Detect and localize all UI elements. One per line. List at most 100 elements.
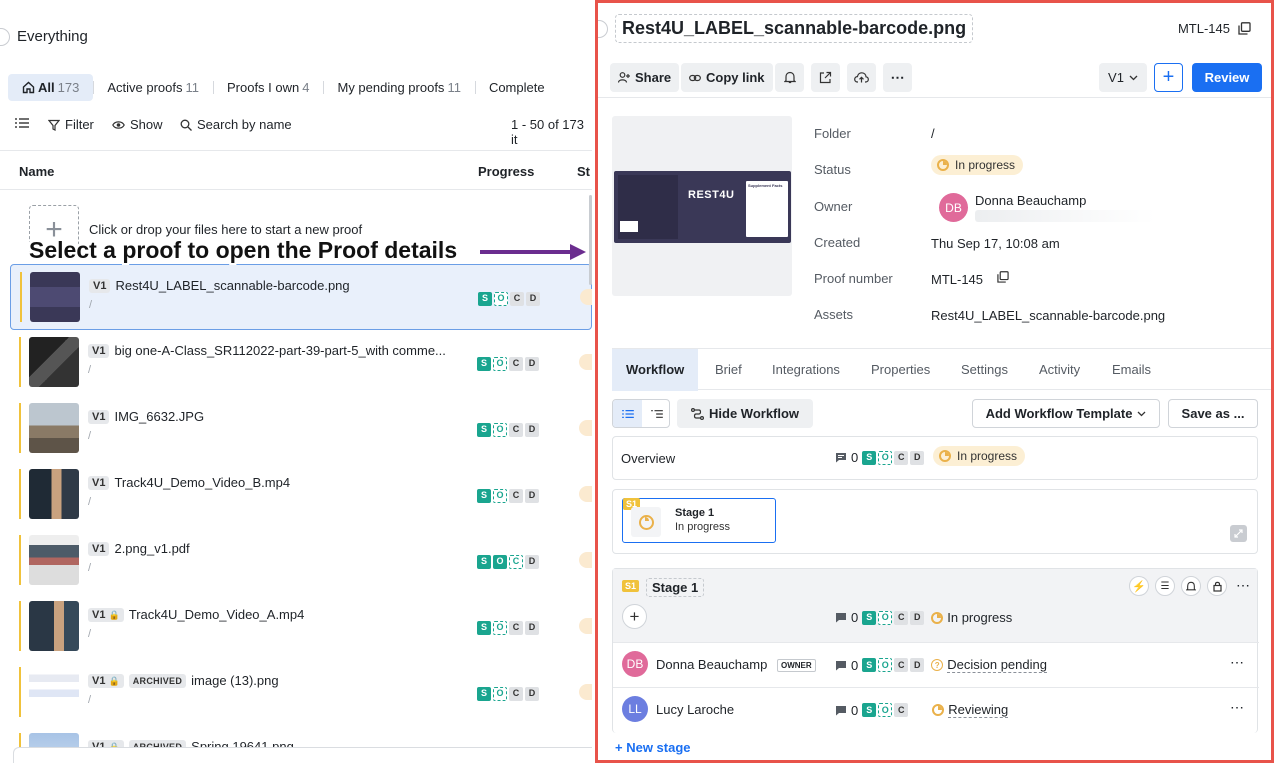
owner-name[interactable]: Donna Beauchamp	[975, 193, 1086, 208]
tab-workflow[interactable]: Workflow	[612, 349, 699, 391]
add-button[interactable]: +	[1154, 63, 1183, 92]
share-external-icon[interactable]	[811, 63, 840, 92]
proof-title[interactable]: Rest4U_LABEL_scannable-barcode.png	[615, 14, 974, 43]
tab-brief[interactable]: Brief	[715, 349, 742, 391]
review-button[interactable]: Review	[1192, 63, 1262, 92]
show-button[interactable]: Show	[112, 117, 163, 132]
folder-value[interactable]: /	[931, 126, 935, 141]
proof-folder: /	[88, 628, 92, 640]
cloud-upload-icon[interactable]	[847, 63, 876, 92]
version-label: V1	[1108, 70, 1124, 85]
column-status[interactable]: St	[577, 164, 590, 179]
assets-value[interactable]: Rest4U_LABEL_scannable-barcode.png	[931, 308, 1165, 323]
proof-list-row[interactable]: V1 Rest4U_LABEL_scannable-barcode.png / S O C…	[10, 264, 592, 330]
reviewer-status[interactable]: Decision pending	[947, 657, 1047, 673]
expand-icon[interactable]	[1230, 525, 1247, 542]
collapse-sidebar-button[interactable]	[0, 28, 10, 46]
stage-actions: ⚡ ☰ ⋯	[1129, 576, 1253, 596]
stage-status-text: In progress	[947, 610, 1013, 625]
proof-list-row[interactable]: V1 🔒 Track4U_Demo_Video_A.mp4 / S O C D	[10, 594, 592, 658]
more-icon[interactable]: ⋯	[1230, 654, 1244, 671]
reviewer-row[interactable]: LL Lucy Laroche 0 SOC Reviewing ⋯	[613, 687, 1257, 732]
tab-emails[interactable]: Emails	[1112, 349, 1151, 391]
tab-all[interactable]: All 173	[8, 74, 94, 101]
proof-list-row[interactable]: V1 2.png_v1.pdf / S O C D	[10, 528, 592, 592]
proof-list-row[interactable]: V1 Track4U_Demo_Video_B.mp4 / S O C D	[10, 462, 592, 526]
list-view-icon[interactable]	[613, 400, 642, 427]
detail-view-icon[interactable]	[642, 400, 669, 427]
column-name[interactable]: Name	[19, 164, 54, 179]
list-scrollbar[interactable]	[589, 195, 592, 285]
save-as-button[interactable]: Save as ...	[1168, 399, 1258, 428]
question-icon: ?	[931, 659, 944, 671]
add-reviewer-button[interactable]: +	[622, 604, 647, 629]
status-bar	[20, 272, 22, 322]
tab-integrations[interactable]: Integrations	[772, 349, 840, 391]
comment-icon	[835, 612, 847, 623]
stage-card-status: In progress	[675, 521, 731, 533]
version-select[interactable]: V1	[1099, 63, 1147, 92]
proof-thumbnail	[29, 667, 79, 717]
tab-active-proofs[interactable]: Active proofs 11	[93, 74, 213, 101]
stage-name[interactable]: Stage 1	[646, 578, 705, 597]
stage-card[interactable]: S1 Stage 1 In progress	[622, 498, 776, 543]
tab-settings[interactable]: Settings	[961, 349, 1008, 391]
lock-icon[interactable]	[1207, 576, 1227, 596]
comment-icon	[835, 660, 847, 671]
status-bar	[19, 403, 21, 453]
lightning-icon[interactable]: ⚡	[1129, 576, 1149, 596]
proof-header: Rest4U_LABEL_scannable-barcode.png MTL-1…	[598, 3, 1271, 53]
reviewer-name: Donna Beauchamp	[656, 657, 768, 672]
copy-link-button[interactable]: Copy link	[681, 63, 773, 92]
column-progress[interactable]: Progress	[478, 164, 534, 179]
view-toggle	[612, 399, 670, 428]
copy-icon[interactable]	[1238, 22, 1251, 35]
search-input[interactable]: Search by name	[180, 117, 292, 132]
checklist-icon[interactable]: ☰	[1155, 576, 1175, 596]
add-user-icon	[618, 72, 630, 83]
progress-pills: SOCD	[478, 289, 540, 306]
comment-icon	[835, 705, 847, 716]
more-icon[interactable]: ⋯	[1230, 699, 1244, 716]
tab-properties[interactable]: Properties	[871, 349, 930, 391]
proof-list-row[interactable]: V1 IMG_6632.JPG / S O C D	[10, 396, 592, 460]
home-icon	[22, 81, 35, 94]
proof-folder: /	[88, 562, 92, 574]
progress-pills: SOCD	[477, 354, 539, 371]
proof-thumbnail	[29, 535, 79, 585]
proof-list-row[interactable]: V1 🔒 ARCHIVED image (13).png / S O C D	[10, 660, 592, 724]
status-bar	[19, 535, 21, 585]
tab-proofs-i-own[interactable]: Proofs I own 4	[212, 74, 324, 101]
proof-list-panel: Everything All 173 Active proofs 11 Proofs…	[0, 0, 592, 763]
list-view-icon[interactable]	[15, 117, 29, 129]
bell-icon[interactable]	[775, 63, 804, 92]
tab-my-pending-proofs[interactable]: My pending proofs 11	[323, 74, 474, 101]
new-stage-button[interactable]: + New stage	[615, 740, 691, 755]
tab-label: My pending proofs	[337, 80, 445, 95]
bell-icon[interactable]	[1181, 576, 1201, 596]
progress-pills: SOC	[862, 703, 909, 717]
tab-label: Complete	[488, 80, 545, 95]
hide-workflow-button[interactable]: Hide Workflow	[677, 399, 814, 428]
copy-icon[interactable]	[997, 271, 1009, 283]
version-badge: V1	[88, 475, 110, 490]
tab-complete[interactable]: Complete	[474, 74, 559, 101]
tab-activity[interactable]: Activity	[1039, 349, 1080, 391]
reviewer-status[interactable]: Reviewing	[948, 702, 1009, 718]
add-workflow-template-button[interactable]: Add Workflow Template	[972, 399, 1160, 428]
status-bar	[19, 667, 21, 717]
proof-name: IMG_6632.JPG	[114, 409, 205, 424]
proof-preview[interactable]: REST4U Supplement Facts	[612, 116, 792, 296]
proof-toolbar: Share Copy link ⋯ V1 + Review	[598, 60, 1271, 98]
more-icon[interactable]: ⋯	[883, 63, 912, 92]
reviewer-row[interactable]: DB Donna Beauchamp OWNER 0 SOCD ? Decisi…	[613, 642, 1257, 687]
status-bar	[19, 601, 21, 651]
filter-icon	[48, 119, 60, 131]
filter-button[interactable]: Filter	[48, 117, 94, 132]
row-title: V1 IMG_6632.JPG	[88, 409, 204, 424]
share-button[interactable]: Share	[610, 63, 680, 92]
progress-pills: SOCD	[862, 450, 925, 465]
proof-list-row[interactable]: V1 big one-A-Class_SR112022-part-39-part-…	[10, 330, 592, 394]
more-icon[interactable]: ⋯	[1233, 576, 1253, 596]
proof-filter-tabs: All 173 Active proofs 11 Proofs I own 4 My …	[8, 74, 559, 101]
